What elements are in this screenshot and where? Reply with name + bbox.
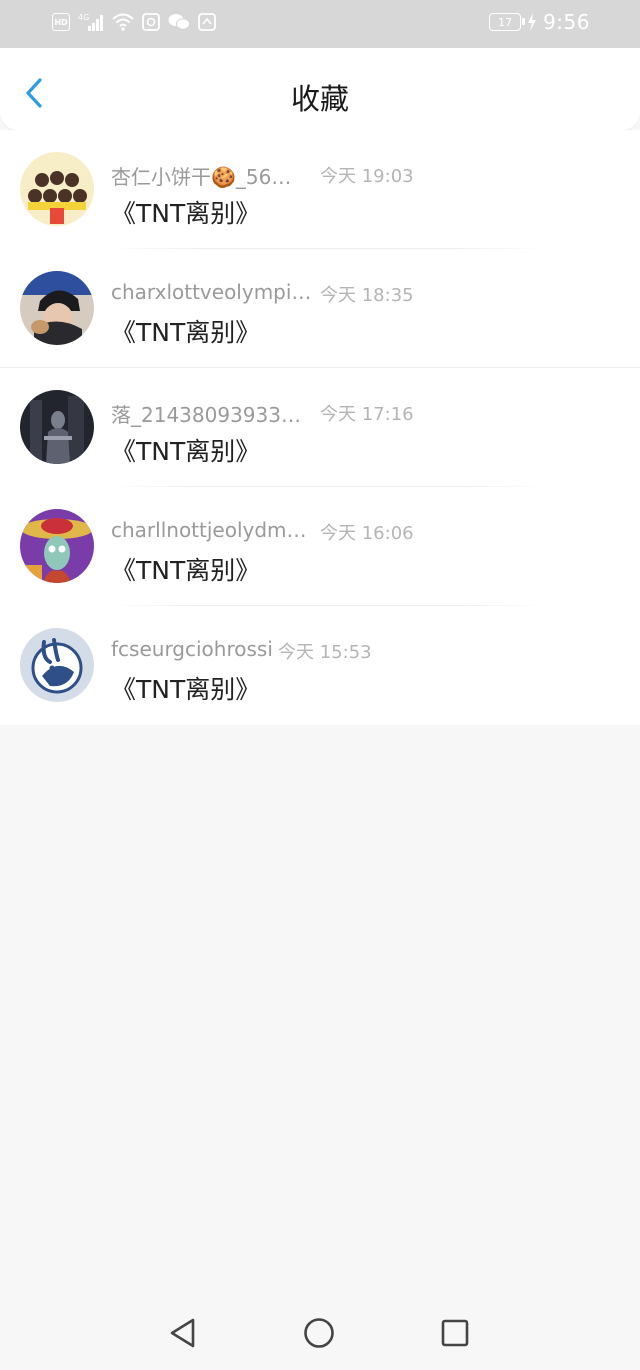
avatar (20, 628, 94, 702)
sender-name: 杏仁小饼干🍪_56… (111, 165, 292, 189)
timestamp: 今天 18:35 (320, 285, 414, 306)
status-icons-right: 17 9:56 (489, 10, 590, 34)
sender-name: 落_21438093933… (111, 403, 301, 427)
system-nav-bar (0, 1298, 640, 1370)
charging-icon (527, 12, 537, 32)
avatar (20, 271, 94, 345)
list-item[interactable]: 落_21438093933… 今天 17:16 《TNT离别》 (0, 368, 640, 487)
svg-text:4G: 4G (78, 13, 89, 22)
sender-name: charxlottveolympi… (111, 280, 312, 304)
status-icons-left: HD 4G (52, 12, 216, 32)
message-preview: 《TNT离别》 (111, 437, 261, 466)
message-preview: 《TNT离别》 (111, 199, 261, 228)
list-item[interactable]: 杏仁小饼干🍪_56… 今天 19:03 《TNT离别》 (0, 130, 640, 249)
signal-4g-icon: 4G (78, 12, 104, 32)
status-bar: HD 4G 17 9:56 (0, 0, 640, 48)
nav-back-button[interactable] (166, 1316, 200, 1350)
avatar (20, 152, 94, 226)
list-item[interactable]: charllnottjeolydm… 今天 16:06 《TNT离别》 (0, 487, 640, 606)
wechat-icon (168, 13, 190, 31)
back-triangle-icon (170, 1318, 195, 1348)
timestamp: 今天 17:16 (320, 404, 414, 425)
wifi-icon (112, 13, 134, 31)
message-preview: 《TNT离别》 (111, 556, 261, 585)
favorites-list: 杏仁小饼干🍪_56… 今天 19:03 《TNT离别》 charxlottveo… (0, 130, 640, 725)
avatar (20, 509, 94, 583)
page-title: 收藏 (290, 82, 349, 116)
app-icon (142, 13, 160, 31)
clock: 9:56 (543, 10, 590, 34)
home-circle-icon (304, 1318, 334, 1348)
battery-icon: 17 (489, 13, 526, 31)
app-badge-icon (198, 13, 216, 31)
timestamp: 今天 15:53 (278, 642, 372, 663)
message-preview: 《TNT离别》 (111, 675, 261, 704)
hd-icon: HD (52, 13, 70, 31)
list-item[interactable]: fcseurgciohrossi 今天 15:53 《TNT离别》 (0, 606, 640, 725)
nav-home-button[interactable] (302, 1316, 336, 1350)
list-item[interactable]: charxlottveolympi… 今天 18:35 《TNT离别》 (0, 249, 640, 368)
sender-name: charllnottjeolydm… (111, 518, 307, 542)
timestamp: 今天 19:03 (320, 166, 414, 187)
top-app-bar: 收藏 (0, 48, 640, 130)
recents-square-icon (441, 1319, 469, 1347)
sender-name: fcseurgciohrossi (111, 637, 273, 661)
avatar (20, 390, 94, 464)
nav-recents-button[interactable] (438, 1316, 472, 1350)
timestamp: 今天 16:06 (320, 523, 414, 544)
message-preview: 《TNT离别》 (111, 318, 261, 347)
